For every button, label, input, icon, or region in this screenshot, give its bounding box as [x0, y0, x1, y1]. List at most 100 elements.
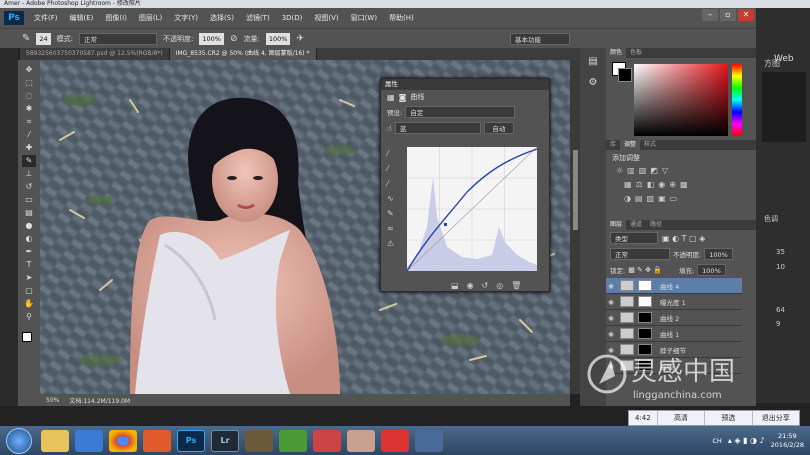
minimize-icon[interactable]: –	[702, 9, 718, 21]
color-balance-icon[interactable]: ⚖	[636, 180, 643, 189]
pressure-opacity-icon[interactable]: ⊘	[230, 34, 238, 44]
smooth-curve-icon[interactable]: ≈	[387, 224, 401, 233]
marquee-tool-icon[interactable]: ⬚	[22, 77, 36, 89]
menu-file[interactable]: 文件(F)	[28, 13, 64, 23]
photoshop-task-icon[interactable]: Ps	[177, 429, 205, 452]
close-icon[interactable]: ✕	[738, 9, 754, 21]
hand-tool-icon[interactable]: ✋	[22, 298, 36, 310]
start-button-icon[interactable]	[6, 427, 32, 454]
maximize-icon[interactable]: ▫	[720, 9, 736, 21]
auto-button[interactable]: 自动	[483, 122, 514, 134]
layer-row-curves2[interactable]: ◉ 曲线 2	[606, 310, 742, 326]
move-tool-icon[interactable]: ✥	[22, 64, 36, 76]
visibility-eye-icon[interactable]: ◉	[606, 298, 616, 306]
type-tool-icon[interactable]: T	[22, 259, 36, 271]
photo-thumb-icon[interactable]	[347, 429, 375, 452]
healing-tool-icon[interactable]: ✚	[22, 142, 36, 154]
workspace-select[interactable]: 基本功能	[510, 32, 571, 45]
brush-tool-icon-selected[interactable]: ✎	[22, 155, 36, 167]
channel-select[interactable]: 蓝	[394, 122, 481, 134]
mode-select[interactable]: 正常	[79, 32, 158, 45]
tab-paths[interactable]: 路径	[646, 220, 666, 230]
levels-icon[interactable]: ▥	[627, 166, 635, 175]
menu-window[interactable]: 窗口(W)	[345, 13, 383, 23]
lr-web-module[interactable]: Web	[774, 54, 794, 64]
curve-point-icon[interactable]: ∿	[387, 194, 401, 203]
menu-3d[interactable]: 3D(D)	[276, 14, 309, 22]
layer-row-exposure1[interactable]: ◉ 曝光度 1	[606, 294, 742, 310]
properties-panel-icon[interactable]: ⚙	[589, 77, 598, 88]
layer-opacity-field[interactable]: 100%	[704, 248, 733, 260]
layer-row-curves1[interactable]: ◉ 曲线 1	[606, 326, 742, 342]
exposure-icon[interactable]: ◩	[650, 166, 658, 175]
hue-slider[interactable]	[732, 64, 742, 136]
gradient-map-icon[interactable]: ▭	[670, 194, 678, 203]
brush-tool-icon[interactable]: ✎	[22, 33, 30, 44]
tab-styles[interactable]: 样式	[640, 140, 660, 150]
tab-library[interactable]: 库	[606, 140, 620, 150]
lock-icons[interactable]: ▩ ✎ ✥ 🔒	[628, 266, 662, 274]
hand-adjust-icon[interactable]: ☝	[387, 124, 392, 133]
crop-tool-icon[interactable]: ⌗	[22, 116, 36, 128]
gradient-tool-icon[interactable]: ▤	[22, 207, 36, 219]
opacity-field[interactable]: 100%	[199, 32, 224, 45]
app-blue-icon[interactable]	[75, 429, 103, 452]
fill-field[interactable]: 100%	[697, 264, 726, 276]
curves-graph[interactable]	[407, 147, 537, 271]
app-red-icon[interactable]	[313, 429, 341, 452]
app-flag-icon[interactable]	[415, 429, 443, 452]
clipping-warning-icon[interactable]: ⚠	[387, 239, 401, 248]
app-cat-icon[interactable]	[245, 429, 273, 452]
tab-adjustments[interactable]: 调整	[620, 140, 641, 150]
stamp-tool-icon[interactable]: ⊥	[22, 168, 36, 180]
tray-icons[interactable]: ▴ ◈ ▮ ◑ ♪	[728, 436, 765, 445]
history-brush-icon[interactable]: ↺	[22, 181, 36, 193]
visibility-eye-icon[interactable]: ◉	[606, 314, 616, 322]
photo-filter-icon[interactable]: ◉	[658, 180, 665, 189]
tab-color[interactable]: 颜色	[606, 48, 627, 58]
language-indicator[interactable]: CH	[712, 437, 721, 445]
tab-channels[interactable]: 通道	[626, 220, 646, 230]
shape-tool-icon[interactable]: ▢	[22, 285, 36, 297]
visibility-icon[interactable]: ◎	[496, 281, 503, 290]
hue-sat-icon[interactable]: ▦	[624, 180, 632, 189]
dodge-tool-icon[interactable]: ◐	[22, 233, 36, 245]
explorer-icon[interactable]	[41, 429, 69, 452]
clip-layer-icon[interactable]: ⬓	[451, 281, 459, 290]
menu-filter[interactable]: 滤镜(T)	[240, 13, 276, 23]
properties-tab[interactable]: 属性	[381, 79, 549, 90]
reset-icon[interactable]: ↺	[482, 281, 489, 290]
color-swatch-icon[interactable]	[22, 332, 36, 344]
layer-row-curves4[interactable]: ◉ 曲线 4	[606, 278, 742, 294]
blur-tool-icon[interactable]: ●	[22, 220, 36, 232]
quick-select-tool-icon[interactable]: ✱	[22, 103, 36, 115]
visibility-eye-icon[interactable]: ◉	[606, 282, 616, 290]
threshold-icon[interactable]: ▧	[647, 194, 655, 203]
hd-button[interactable]: 高清	[656, 411, 704, 425]
menu-type[interactable]: 文字(Y)	[168, 13, 204, 23]
path-select-icon[interactable]: ➤	[22, 272, 36, 284]
mask-thumb[interactable]	[638, 280, 652, 291]
menu-layer[interactable]: 图层(L)	[133, 13, 168, 23]
menu-edit[interactable]: 编辑(E)	[64, 13, 100, 23]
eyedropper-black-icon[interactable]: ⁄	[387, 149, 401, 158]
vibrance-icon[interactable]: ▽	[662, 166, 668, 175]
menu-select[interactable]: 选择(S)	[204, 13, 240, 23]
flow-field[interactable]: 100%	[265, 32, 291, 45]
background-color[interactable]	[618, 68, 632, 82]
mask-thumb[interactable]	[638, 296, 652, 307]
mask-thumb[interactable]	[638, 328, 652, 339]
tab-layers[interactable]: 图层	[606, 220, 627, 230]
pdf-icon[interactable]	[381, 429, 409, 452]
eyedropper-gray-icon[interactable]: ⁄	[387, 164, 401, 173]
menu-view[interactable]: 视图(V)	[308, 13, 344, 23]
color-lookup-icon[interactable]: ▩	[680, 180, 688, 189]
color-picker-field[interactable]	[634, 64, 728, 136]
posterize-icon[interactable]: ▤	[635, 194, 643, 203]
trash-icon[interactable]: 🗑	[511, 281, 521, 290]
lasso-tool-icon[interactable]: ◌	[22, 90, 36, 102]
pencil-curve-icon[interactable]: ✎	[387, 209, 401, 218]
filter-pixel-icon[interactable]: ▣ ◐ T ▢ ◈	[662, 234, 705, 243]
brightness-icon[interactable]: ☼	[616, 166, 623, 175]
exit-share-button[interactable]: 退出分享	[751, 411, 799, 425]
